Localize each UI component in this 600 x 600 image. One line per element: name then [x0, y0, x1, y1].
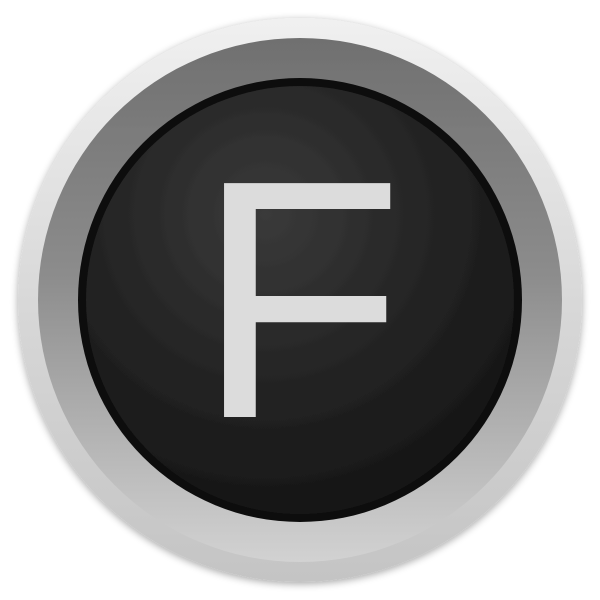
- app-icon-canvas: F: [0, 0, 600, 600]
- app-icon[interactable]: F: [0, 0, 600, 600]
- letter-f-glyph: F: [196, 110, 404, 490]
